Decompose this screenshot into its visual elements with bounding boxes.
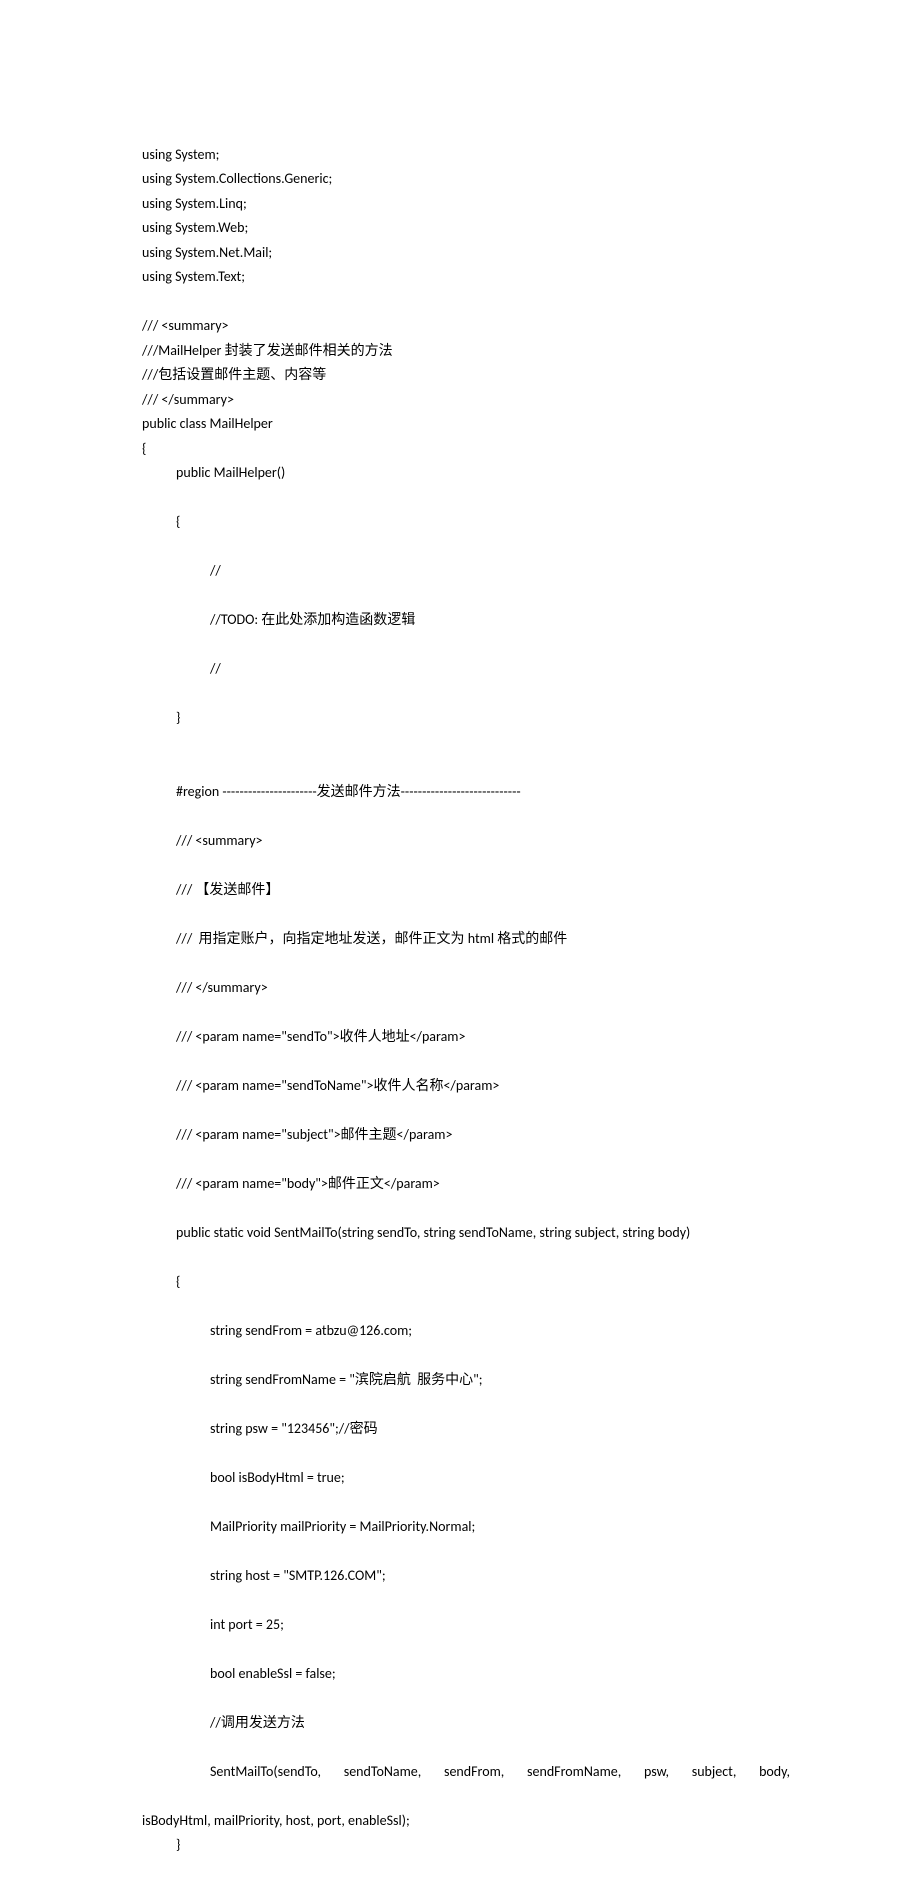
code-block: using System; using System.Collections.G… (142, 118, 790, 1882)
document-page: using System; using System.Collections.G… (0, 0, 920, 1882)
code-line: using System.Net.Mail; (142, 244, 272, 261)
code-line: } (142, 1833, 790, 1858)
code-line: using System.Web; (142, 219, 248, 236)
code-line: ///MailHelper 封装了发送邮件相关的方法 (142, 342, 393, 359)
code-line: bool isBodyHtml = true; (142, 1466, 790, 1491)
code-line: string sendFromName = "滨院启航 服务中心"; (142, 1368, 790, 1393)
code-line: /// <summary> (142, 829, 790, 854)
code-line: /// 【发送邮件】 (142, 878, 790, 903)
code-line: using System; (142, 146, 219, 163)
code-line: /// <param name="sendToName">收件人名称</para… (142, 1074, 790, 1099)
code-line: #region ----------------------发送邮件方法----… (142, 780, 790, 805)
code-line: } (142, 706, 790, 731)
code-line: // (142, 559, 790, 584)
code-line: /// <param name="sendTo">收件人地址</param> (142, 1025, 790, 1050)
code-line: /// </summary> (142, 976, 790, 1001)
code-line: { (142, 1270, 790, 1295)
code-line: //调用发送方法 (142, 1711, 790, 1736)
code-line: SentMailTo(sendTo, sendToName, sendFrom,… (142, 1760, 790, 1785)
code-line: /// <param name="body">邮件正文</param> (142, 1172, 790, 1197)
code-line: using System.Linq; (142, 195, 247, 212)
code-line: string psw = "123456";//密码 (142, 1417, 790, 1442)
code-line: using System.Text; (142, 268, 245, 285)
code-line: string host = "SMTP.126.COM"; (142, 1564, 790, 1589)
code-line: isBodyHtml, mailPriority, host, port, en… (142, 1812, 410, 1829)
code-line: ///包括设置邮件主题、内容等 (142, 366, 326, 383)
code-line: /// 用指定账户，向指定地址发送，邮件正文为 html 格式的邮件 (142, 927, 790, 952)
code-line: MailPriority mailPriority = MailPriority… (142, 1515, 790, 1540)
code-line: string sendFrom = atbzu@126.com; (142, 1319, 790, 1344)
code-line: /// <param name="subject">邮件主题</param> (142, 1123, 790, 1148)
code-line: /// <summary> (142, 317, 229, 334)
code-line: public static void SentMailTo(string sen… (142, 1221, 790, 1246)
code-line: using System.Collections.Generic; (142, 170, 332, 187)
code-line: int port = 25; (142, 1613, 790, 1638)
code-line: { (142, 510, 790, 535)
code-line: // (142, 657, 790, 682)
code-line: /// </summary> (142, 391, 234, 408)
code-line: public class MailHelper (142, 415, 273, 432)
code-line: bool enableSsl = false; (142, 1662, 790, 1687)
code-line: { (142, 440, 146, 457)
code-line: //TODO: 在此处添加构造函数逻辑 (142, 608, 790, 633)
code-line: public MailHelper() (142, 461, 790, 486)
